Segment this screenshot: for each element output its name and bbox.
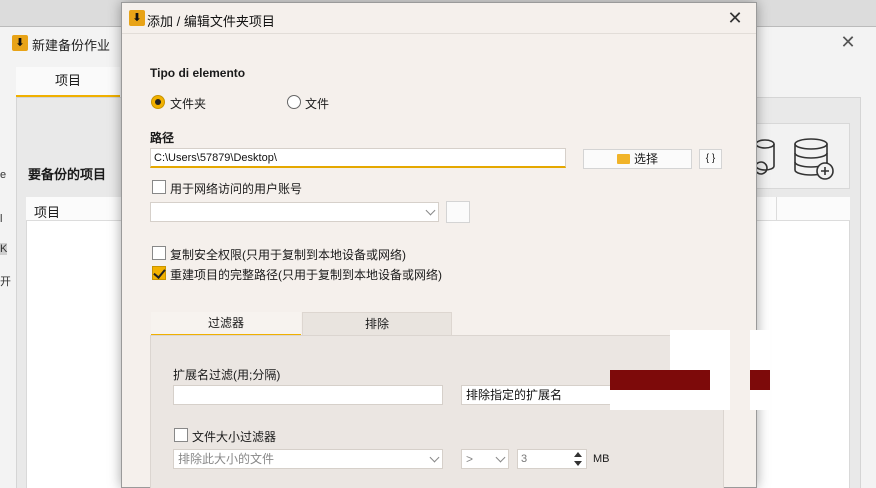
- backup-target-icons: [754, 123, 851, 190]
- column-header-item[interactable]: 项目: [34, 202, 60, 221]
- section-title: 要备份的项目: [28, 167, 107, 182]
- redaction-block: [750, 370, 770, 390]
- element-type-label: Tipo di elemento: [150, 66, 246, 80]
- close-icon[interactable]: ✕: [838, 31, 858, 53]
- database-add-icon[interactable]: [754, 124, 851, 190]
- left-fragment: K: [0, 243, 8, 255]
- size-filter-label[interactable]: 文件大小过滤器: [192, 428, 276, 445]
- size-stepper[interactable]: [571, 450, 585, 468]
- network-account-checkbox[interactable]: [152, 180, 166, 194]
- background-window-title: 新建备份作业: [32, 38, 111, 53]
- path-input[interactable]: C:\Users\57879\Desktop\: [150, 148, 566, 168]
- blank-block: [610, 390, 690, 410]
- folder-icon: [616, 154, 630, 164]
- variables-button[interactable]: { }: [699, 149, 722, 169]
- radio-file-label[interactable]: 文件: [305, 95, 329, 112]
- size-value: 3: [521, 453, 528, 465]
- radio-file[interactable]: [287, 95, 301, 109]
- tab-filters[interactable]: 过滤器: [151, 312, 301, 336]
- left-fragment: 开: [0, 276, 11, 288]
- size-unit-label: MB: [593, 453, 610, 465]
- tab-items[interactable]: 项目: [16, 67, 120, 97]
- tab-exclude[interactable]: 排除: [302, 312, 452, 336]
- close-icon[interactable]: ✕: [724, 6, 746, 30]
- path-label: 路径: [150, 131, 175, 145]
- app-logo-icon: ⬇: [129, 10, 145, 26]
- choose-button-label: 选择: [633, 152, 658, 166]
- size-mode-value: 排除此大小的文件: [178, 452, 275, 466]
- rebuild-path-label[interactable]: 重建项目的完整路径(只用于复制到本地设备或网络): [170, 266, 442, 283]
- dialog-title: 添加 / 编辑文件夹项目: [147, 14, 275, 29]
- redaction-block: [610, 370, 710, 390]
- choose-folder-button[interactable]: 选择: [583, 149, 692, 169]
- left-fragment: e: [0, 169, 7, 181]
- ext-mode-select[interactable]: 排除指定的扩展名: [461, 385, 616, 405]
- column-divider: [776, 197, 777, 221]
- left-fragment: l: [0, 213, 3, 225]
- size-filter-checkbox[interactable]: [174, 428, 188, 442]
- compare-operator-select[interactable]: >: [461, 449, 509, 469]
- network-account-select[interactable]: [150, 202, 439, 222]
- radio-folder[interactable]: [151, 95, 165, 109]
- network-account-button[interactable]: [446, 201, 470, 223]
- dialog-titlebar: ⬇ 添加 / 编辑文件夹项目 ✕: [122, 3, 756, 34]
- app-logo-icon: ⬇: [12, 35, 28, 51]
- copy-security-label[interactable]: 复制安全权限(只用于复制到本地设备或网络): [170, 246, 406, 263]
- filters-panel: 扩展名过滤(用;分隔) 排除指定的扩展名 文件大小过滤器 排除此大小的文件 > …: [150, 335, 724, 488]
- rebuild-path-checkbox[interactable]: [152, 266, 166, 280]
- ext-filter-input[interactable]: [173, 385, 443, 405]
- edit-folder-item-dialog: ⬇ 添加 / 编辑文件夹项目 ✕ Tipo di elemento 文件夹 文件…: [121, 2, 757, 488]
- copy-security-checkbox[interactable]: [152, 246, 166, 260]
- size-mode-select[interactable]: 排除此大小的文件: [173, 449, 443, 469]
- network-account-label[interactable]: 用于网络访问的用户账号: [170, 180, 302, 197]
- radio-folder-label[interactable]: 文件夹: [170, 95, 206, 112]
- compare-op-value: >: [466, 452, 474, 466]
- ext-filter-label: 扩展名过滤(用;分隔): [173, 368, 281, 382]
